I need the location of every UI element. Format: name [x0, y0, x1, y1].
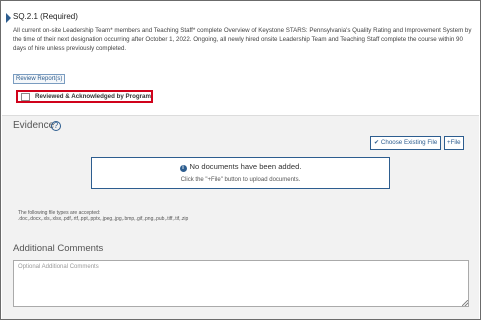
- requirement-section: SQ.2.1 (Required) All current on-site Le…: [2, 2, 479, 115]
- requirement-title: SQ.2.1 (Required): [13, 12, 78, 21]
- upload-hint: Click the "+File" button to upload docum…: [180, 177, 301, 183]
- evidence-heading: Evidence: [13, 120, 55, 131]
- requirement-description: All current on-site Leadership Team* mem…: [13, 27, 472, 52]
- no-documents-message-row: i No documents have been added.: [92, 162, 389, 172]
- info-icon: i: [179, 165, 187, 172]
- section-marker-icon: [6, 13, 11, 23]
- acknowledge-highlight: Reviewed & Acknowledged by Program: [16, 90, 153, 103]
- requirement-panel: SQ.2.1 (Required) All current on-site Le…: [0, 0, 481, 320]
- file-types-list: .doc,.docx,.xls,.xlsx,.pdf,.rtf,.ppt,.pp…: [18, 216, 189, 222]
- additional-comments-input[interactable]: [13, 260, 469, 307]
- choose-existing-file-button[interactable]: ✔ Choose Existing File: [370, 136, 442, 150]
- info-icon[interactable]: ?: [51, 121, 61, 131]
- acknowledge-checkbox[interactable]: [21, 93, 30, 101]
- resize-handle-icon[interactable]: [462, 300, 468, 306]
- add-file-button[interactable]: +File: [444, 136, 464, 150]
- no-documents-message: No documents have been added.: [189, 162, 302, 171]
- no-documents-panel: i No documents have been added. Click the…: [91, 157, 390, 189]
- additional-comments-heading: Additional Comments: [13, 243, 104, 254]
- evidence-section: Evidence ? ✔ Choose Existing File +File …: [2, 115, 479, 319]
- acknowledge-label[interactable]: Reviewed & Acknowledged by Program: [35, 93, 151, 101]
- review-reports-button[interactable]: Review Report(s): [13, 74, 66, 84]
